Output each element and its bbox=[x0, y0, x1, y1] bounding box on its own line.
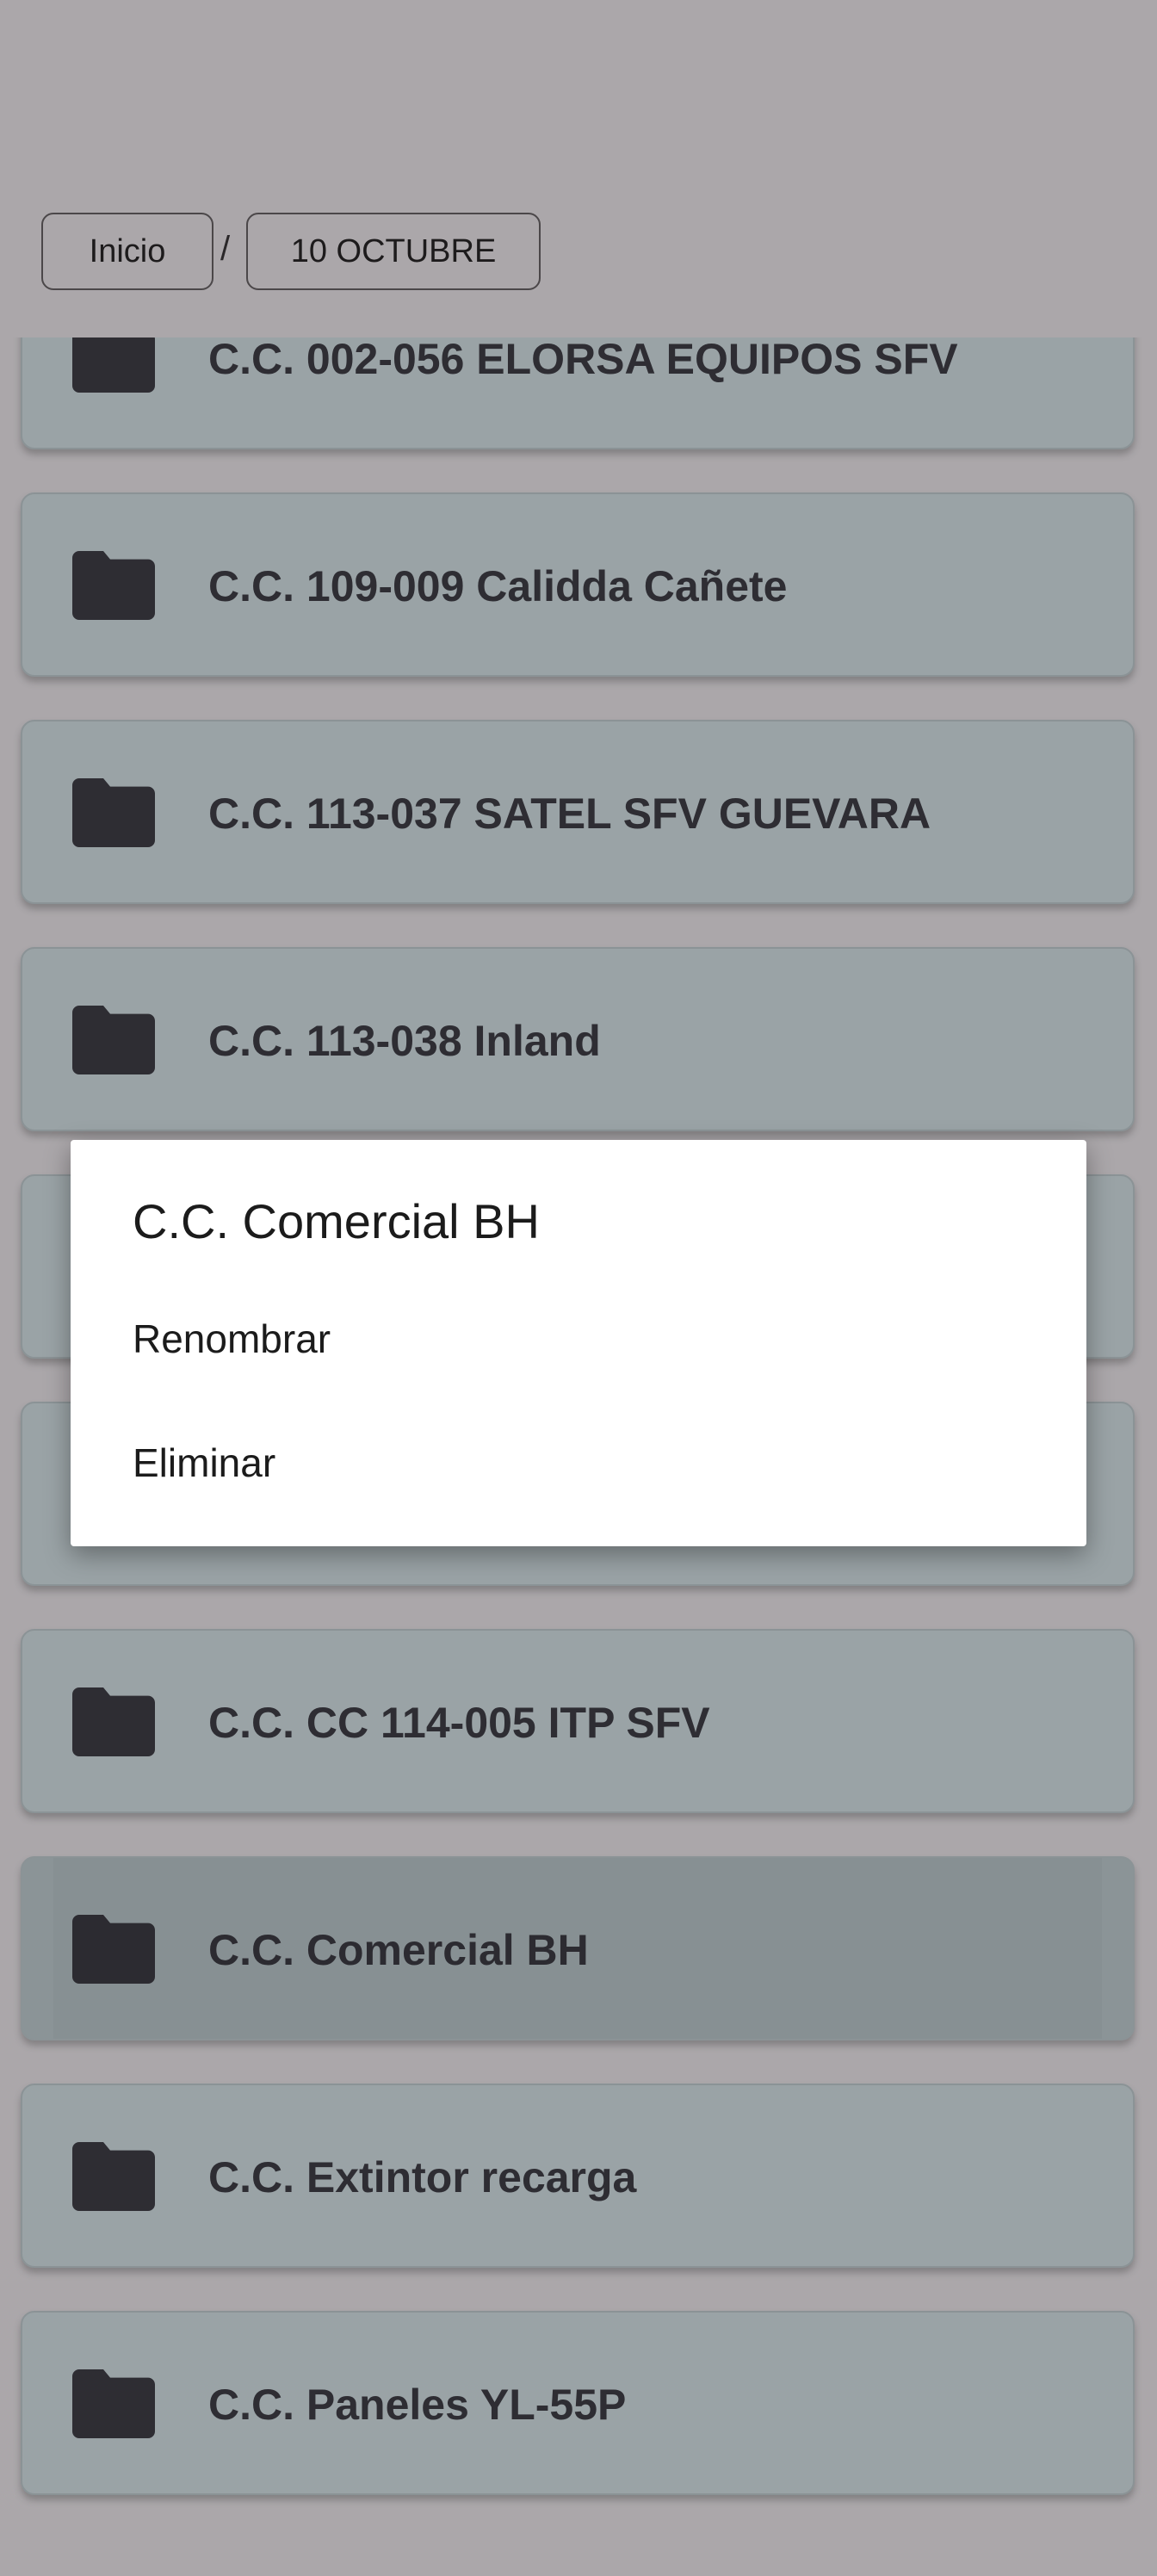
folder-icon bbox=[72, 1915, 155, 1984]
breadcrumb-current-button[interactable]: 10 OCTUBRE bbox=[246, 213, 541, 290]
folder-icon bbox=[72, 2142, 155, 2211]
folder-icon bbox=[72, 1687, 155, 1756]
folder-name: C.C. 113-037 SATEL SFV GUEVARA bbox=[208, 790, 931, 838]
folder-name: C.C. Extintor recarga bbox=[208, 2153, 637, 2201]
folder-icon bbox=[72, 778, 155, 847]
folder-name: C.C. CC 114-005 ITP SFV bbox=[208, 1699, 710, 1747]
folder-name: C.C. Paneles YL-55P bbox=[208, 2381, 627, 2429]
folder-item[interactable]: C.C. 113-037 SATEL SFV GUEVARA bbox=[21, 720, 1135, 904]
folder-icon bbox=[72, 1006, 155, 1074]
top-header: Inicio / 10 OCTUBRE bbox=[0, 0, 1157, 337]
folder-name: C.C. Comercial BH bbox=[208, 1926, 589, 1974]
folder-icon bbox=[72, 551, 155, 620]
folder-item[interactable]: C.C. CC 114-005 ITP SFV bbox=[21, 1629, 1135, 1813]
folder-name: C.C. 113-038 Inland bbox=[208, 1017, 601, 1065]
dialog-title: C.C. Comercial BH bbox=[133, 1194, 540, 1248]
breadcrumb-separator: / bbox=[220, 230, 231, 268]
folder-name: C.C. 109-009 Calidda Cañete bbox=[208, 562, 788, 610]
folder-item[interactable]: C.C. Paneles YL-55P bbox=[21, 2311, 1135, 2495]
delete-option[interactable]: Eliminar bbox=[133, 1440, 275, 1486]
context-menu-dialog: C.C. Comercial BH Renombrar Eliminar bbox=[71, 1140, 1086, 1546]
folder-item[interactable]: C.C. 113-038 Inland bbox=[21, 947, 1135, 1131]
folder-item[interactable]: C.C. 109-009 Calidda Cañete bbox=[21, 492, 1135, 677]
folder-item-selected[interactable]: C.C. Comercial BH bbox=[21, 1856, 1135, 2040]
breadcrumb-home-button[interactable]: Inicio bbox=[41, 213, 213, 290]
folder-item[interactable]: C.C. Extintor recarga bbox=[21, 2084, 1135, 2268]
folder-icon bbox=[72, 2369, 155, 2438]
rename-option[interactable]: Renombrar bbox=[133, 1316, 331, 1362]
